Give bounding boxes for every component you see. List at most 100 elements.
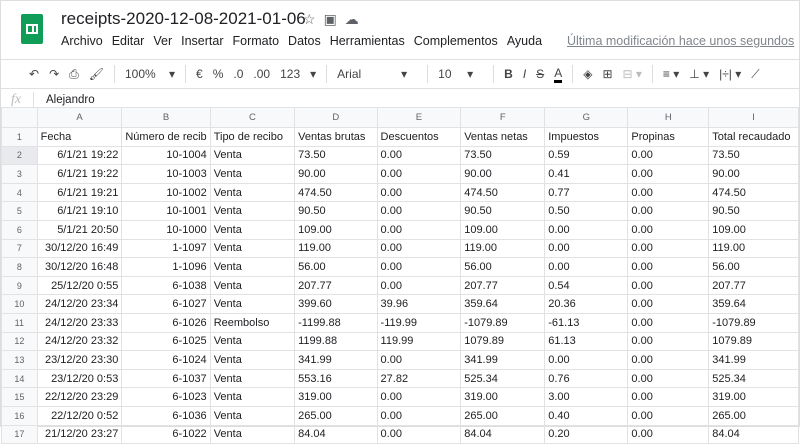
column-header-A[interactable]: A [36, 107, 123, 128]
print-icon[interactable]: ⎙ [69, 67, 79, 82]
currency-button[interactable]: € [196, 67, 203, 81]
cell[interactable]: Propinas [627, 127, 710, 147]
cell[interactable]: 0.00 [376, 201, 462, 221]
cell[interactable]: 359.64 [460, 294, 546, 314]
cell[interactable]: 0.00 [627, 331, 710, 352]
cell[interactable]: -61.13 [544, 312, 629, 333]
cell[interactable]: 23/12/20 23:30 [36, 350, 123, 370]
cell[interactable]: 0.00 [627, 368, 710, 389]
text-rotation-icon[interactable]: ⟋ [751, 67, 759, 82]
row-header[interactable]: 10 [1, 294, 38, 314]
decrease-decimals-button[interactable]: .0 [233, 67, 243, 81]
cell[interactable]: 0.00 [376, 257, 462, 277]
cell[interactable]: 207.77 [460, 275, 546, 296]
percent-button[interactable]: % [213, 67, 224, 81]
column-header-H[interactable]: H [627, 107, 710, 128]
cell[interactable]: 1-1097 [121, 238, 211, 259]
cell[interactable]: 1-1096 [121, 257, 211, 277]
cell[interactable]: 1199.88 [294, 331, 378, 352]
row-header[interactable]: 4 [1, 182, 38, 203]
cell[interactable]: Venta [209, 368, 296, 389]
cell[interactable]: 73.50 [460, 145, 546, 166]
cell[interactable]: Venta [209, 387, 296, 407]
cell[interactable]: 119.00 [708, 238, 799, 259]
cell[interactable]: 0.54 [544, 275, 629, 296]
vertical-align-icon[interactable]: ⊥ ▾ [689, 67, 709, 81]
cell[interactable]: 0.00 [376, 182, 462, 203]
cell[interactable]: 6/1/21 19:10 [36, 201, 123, 221]
column-header-I[interactable]: I [708, 107, 799, 128]
cell[interactable]: 341.99 [294, 350, 378, 370]
document-title[interactable]: receipts-2020-12-08-2021-01-06 [61, 9, 306, 29]
cell[interactable]: 474.50 [708, 182, 799, 203]
cell[interactable]: 27.82 [376, 368, 462, 389]
cell[interactable]: Venta [209, 424, 296, 444]
cell[interactable]: 24/12/20 23:33 [36, 312, 123, 333]
cell[interactable]: Venta [209, 275, 296, 296]
cell[interactable]: Venta [209, 238, 296, 259]
cell[interactable]: 0.00 [627, 182, 710, 203]
cell[interactable]: Venta [209, 294, 296, 314]
undo-icon[interactable]: ↶ [29, 67, 39, 81]
cell[interactable]: 0.00 [627, 387, 710, 407]
cell[interactable]: 319.00 [708, 387, 799, 407]
cell[interactable]: 5/1/21 20:50 [36, 219, 123, 240]
row-header[interactable]: 2 [1, 145, 38, 166]
row-header[interactable]: 8 [1, 257, 38, 277]
cell[interactable]: 0.00 [627, 164, 710, 184]
cell[interactable]: Tipo de recibo [209, 127, 296, 147]
cell[interactable]: 0.00 [627, 201, 710, 221]
cell[interactable]: 56.00 [294, 257, 378, 277]
cell[interactable]: 474.50 [460, 182, 546, 203]
cell[interactable]: 0.00 [627, 275, 710, 296]
cell[interactable]: 474.50 [294, 182, 378, 203]
cell[interactable]: 6/1/21 19:21 [36, 182, 123, 203]
move-folder-icon[interactable]: ▣ [324, 11, 345, 27]
text-color-icon[interactable]: A [554, 66, 563, 83]
spreadsheet-grid[interactable]: ABCDEFGHI 1 Fecha Número de recib Tipo de r… [1, 107, 799, 444]
cell[interactable]: 319.00 [460, 387, 546, 407]
cell[interactable]: 22/12/20 0:52 [36, 405, 123, 426]
cell[interactable]: Ventas netas [460, 127, 546, 147]
cell[interactable]: 0.00 [544, 257, 629, 277]
star-icon[interactable]: ☆ [303, 11, 324, 27]
cell[interactable]: 6-1026 [121, 312, 211, 333]
cell[interactable]: 0.00 [627, 424, 710, 444]
cell[interactable]: 90.00 [708, 164, 799, 184]
italic-icon[interactable]: I [523, 67, 526, 81]
cell[interactable]: 73.50 [708, 145, 799, 166]
redo-icon[interactable]: ↷ [49, 67, 59, 81]
cell[interactable]: 1079.89 [460, 331, 546, 352]
cell[interactable]: 24/12/20 23:34 [36, 294, 123, 314]
menu-archivo[interactable]: Archivo [61, 34, 103, 48]
cell[interactable]: 0.00 [627, 238, 710, 259]
column-header-F[interactable]: F [460, 107, 546, 128]
font-size-select[interactable]: 10 ▾ [438, 67, 483, 81]
cell[interactable]: 25/12/20 0:55 [36, 275, 123, 296]
more-formats-button[interactable]: 123 ▾ [280, 67, 316, 81]
menu-formato[interactable]: Formato [233, 34, 280, 48]
text-wrap-icon[interactable]: |÷| ▾ [719, 67, 741, 81]
cell[interactable]: 399.60 [294, 294, 378, 314]
cell[interactable]: 6-1027 [121, 294, 211, 314]
row-header[interactable]: 3 [1, 164, 38, 184]
cell[interactable]: 6-1036 [121, 405, 211, 426]
formula-input[interactable]: Alejandro [34, 94, 95, 106]
cell[interactable]: 0.00 [627, 405, 710, 426]
cell[interactable]: 22/12/20 23:29 [36, 387, 123, 407]
cell[interactable]: 0.00 [376, 350, 462, 370]
cell[interactable]: 23/12/20 0:53 [36, 368, 123, 389]
menu-insertar[interactable]: Insertar [181, 34, 223, 48]
sheets-logo-icon[interactable] [21, 14, 43, 44]
cell[interactable]: -1079.89 [708, 312, 799, 333]
menu-editar[interactable]: Editar [112, 34, 145, 48]
cell[interactable]: 109.00 [460, 219, 546, 240]
cell[interactable]: 6-1025 [121, 331, 211, 352]
row-header[interactable]: 15 [1, 387, 38, 407]
cell[interactable]: 6-1024 [121, 350, 211, 370]
cell[interactable]: Número de recib [121, 127, 211, 147]
menu-datos[interactable]: Datos [288, 34, 321, 48]
cell[interactable]: 84.04 [460, 424, 546, 444]
column-header-C[interactable]: C [209, 107, 296, 128]
cell[interactable]: 0.40 [544, 405, 629, 426]
